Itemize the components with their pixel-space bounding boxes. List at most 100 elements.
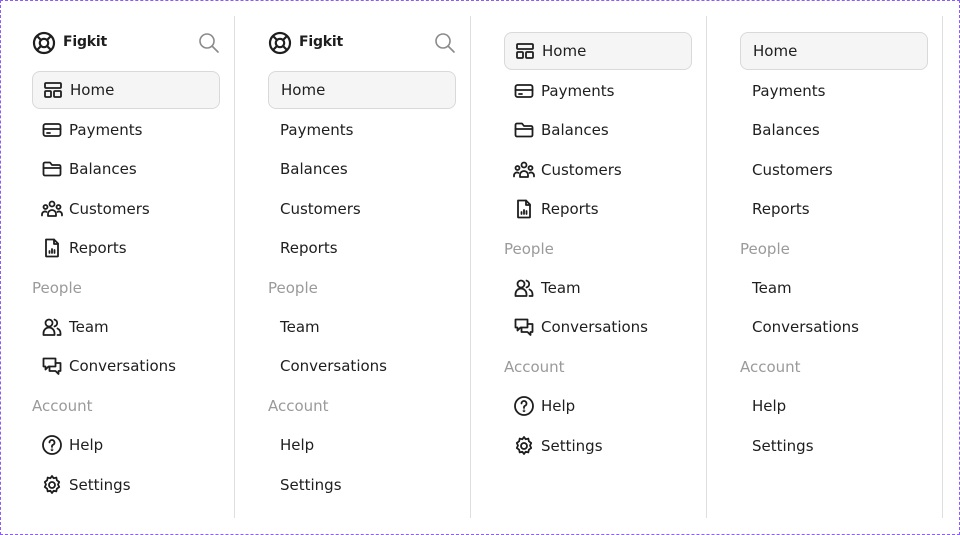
nav-item-team[interactable]: Team	[740, 268, 928, 307]
nav-item-reports[interactable]: Reports	[740, 190, 928, 229]
nav-label: Settings	[280, 475, 342, 494]
nav-item-conversations[interactable]: Conversations	[740, 308, 928, 347]
nav-label: Reports	[752, 200, 810, 219]
nav-item-home[interactable]: Home	[32, 71, 220, 109]
nav-label: Home	[753, 42, 798, 60]
nav-item-payments[interactable]: Payments	[32, 110, 220, 149]
section-people: People	[504, 239, 554, 258]
nav-label: Team	[541, 279, 581, 298]
nav-item-settings[interactable]: Settings	[32, 465, 220, 504]
nav-item-help[interactable]: Help	[32, 426, 220, 465]
nav-item-home[interactable]: Home	[740, 32, 928, 70]
nav-item-home[interactable]: Home	[268, 71, 456, 109]
section-account: Account	[504, 357, 565, 376]
nav-item-conversations[interactable]: Conversations	[268, 347, 456, 386]
section-account: Account	[32, 396, 93, 415]
nav-item-help[interactable]: Help	[268, 426, 456, 465]
nav-label: Balances	[69, 160, 137, 179]
nav-item-reports[interactable]: Reports	[32, 229, 220, 268]
nav-label: Payments	[541, 82, 615, 101]
section-people: People	[740, 239, 790, 258]
nav-item-team[interactable]: Team	[268, 307, 456, 346]
nav-item-conversations[interactable]: Conversations	[32, 347, 220, 386]
nav-item-customers[interactable]: Customers	[740, 150, 928, 189]
nav-label: Conversations	[69, 357, 176, 376]
nav-label: Home	[281, 81, 326, 99]
users-icon	[512, 276, 536, 300]
nav-label: Payments	[752, 82, 826, 101]
nav-item-help[interactable]: Help	[740, 387, 928, 426]
folder-icon	[40, 157, 64, 181]
nav-item-conversations[interactable]: Conversations	[504, 308, 692, 347]
nav-label: Home	[542, 42, 587, 60]
nav-item-balances[interactable]: Balances	[32, 150, 220, 189]
nav-item-settings[interactable]: Settings	[504, 426, 692, 465]
nav-label: Payments	[280, 121, 354, 140]
section-people: People	[268, 278, 318, 297]
nav-item-customers[interactable]: Customers	[504, 150, 692, 189]
nav-label: Payments	[69, 121, 143, 140]
nav-item-payments[interactable]: Payments	[268, 110, 456, 149]
nav-item-payments[interactable]: Payments	[740, 71, 928, 110]
credit-card-icon	[512, 79, 536, 103]
sidebar-header: Figkit	[268, 16, 456, 71]
report-file-icon	[40, 236, 64, 260]
brand-name: Figkit	[299, 34, 343, 50]
nav-label: Reports	[541, 200, 599, 219]
nav-item-home[interactable]: Home	[504, 32, 692, 70]
nav-item-team[interactable]: Team	[504, 268, 692, 307]
nav-item-customers[interactable]: Customers	[32, 189, 220, 228]
help-circle-icon	[40, 433, 64, 457]
sidebar-header: Figkit	[32, 16, 220, 71]
nav-label: Conversations	[280, 357, 387, 376]
nav-item-balances[interactable]: Balances	[504, 111, 692, 150]
users-group-icon	[512, 158, 536, 182]
users-group-icon	[40, 197, 64, 221]
section-account: Account	[740, 357, 801, 376]
nav-label: Customers	[752, 160, 833, 179]
sidebar-variant-2: Figkit Home Payments Balances Customers …	[236, 16, 471, 518]
nav-item-balances[interactable]: Balances	[740, 111, 928, 150]
nav-label: Team	[69, 318, 109, 337]
nav-item-team[interactable]: Team	[32, 307, 220, 346]
nav-label: Balances	[752, 121, 820, 140]
help-circle-icon	[512, 394, 536, 418]
search-icon[interactable]	[434, 32, 456, 54]
nav-label: Reports	[280, 239, 338, 258]
nav-label: Settings	[69, 475, 131, 494]
layout-icon	[513, 39, 537, 63]
nav-item-reports[interactable]: Reports	[268, 229, 456, 268]
nav-label: Settings	[541, 436, 603, 455]
sidebar-variant-1: Figkit Home Payments Balances Customers …	[0, 16, 235, 518]
nav-item-help[interactable]: Help	[504, 387, 692, 426]
chat-bubbles-icon	[40, 354, 64, 378]
sidebar-variant-4: Home Payments Balances Customers Reports…	[708, 16, 943, 518]
search-icon[interactable]	[198, 32, 220, 54]
lifebuoy-icon	[268, 31, 292, 55]
nav-label: Customers	[541, 160, 622, 179]
lifebuoy-icon	[32, 31, 56, 55]
credit-card-icon	[40, 118, 64, 142]
users-icon	[40, 315, 64, 339]
folder-icon	[512, 118, 536, 142]
nav-label: Customers	[69, 199, 150, 218]
settings-gear-icon	[512, 434, 536, 458]
nav-item-reports[interactable]: Reports	[504, 190, 692, 229]
chat-bubbles-icon	[512, 315, 536, 339]
nav-label: Conversations	[752, 318, 859, 337]
nav-label: Help	[280, 436, 315, 455]
section-account: Account	[268, 396, 329, 415]
nav-label: Help	[752, 397, 787, 416]
nav-label: Team	[752, 279, 792, 298]
nav-label: Customers	[280, 199, 361, 218]
nav-item-customers[interactable]: Customers	[268, 189, 456, 228]
nav-item-balances[interactable]: Balances	[268, 150, 456, 189]
section-people: People	[32, 278, 82, 297]
nav-item-settings[interactable]: Settings	[740, 426, 928, 465]
layout-icon	[41, 78, 65, 102]
report-file-icon	[512, 197, 536, 221]
nav-item-settings[interactable]: Settings	[268, 465, 456, 504]
nav-item-payments[interactable]: Payments	[504, 71, 692, 110]
nav-label: Balances	[280, 160, 348, 179]
nav-label: Balances	[541, 121, 609, 140]
